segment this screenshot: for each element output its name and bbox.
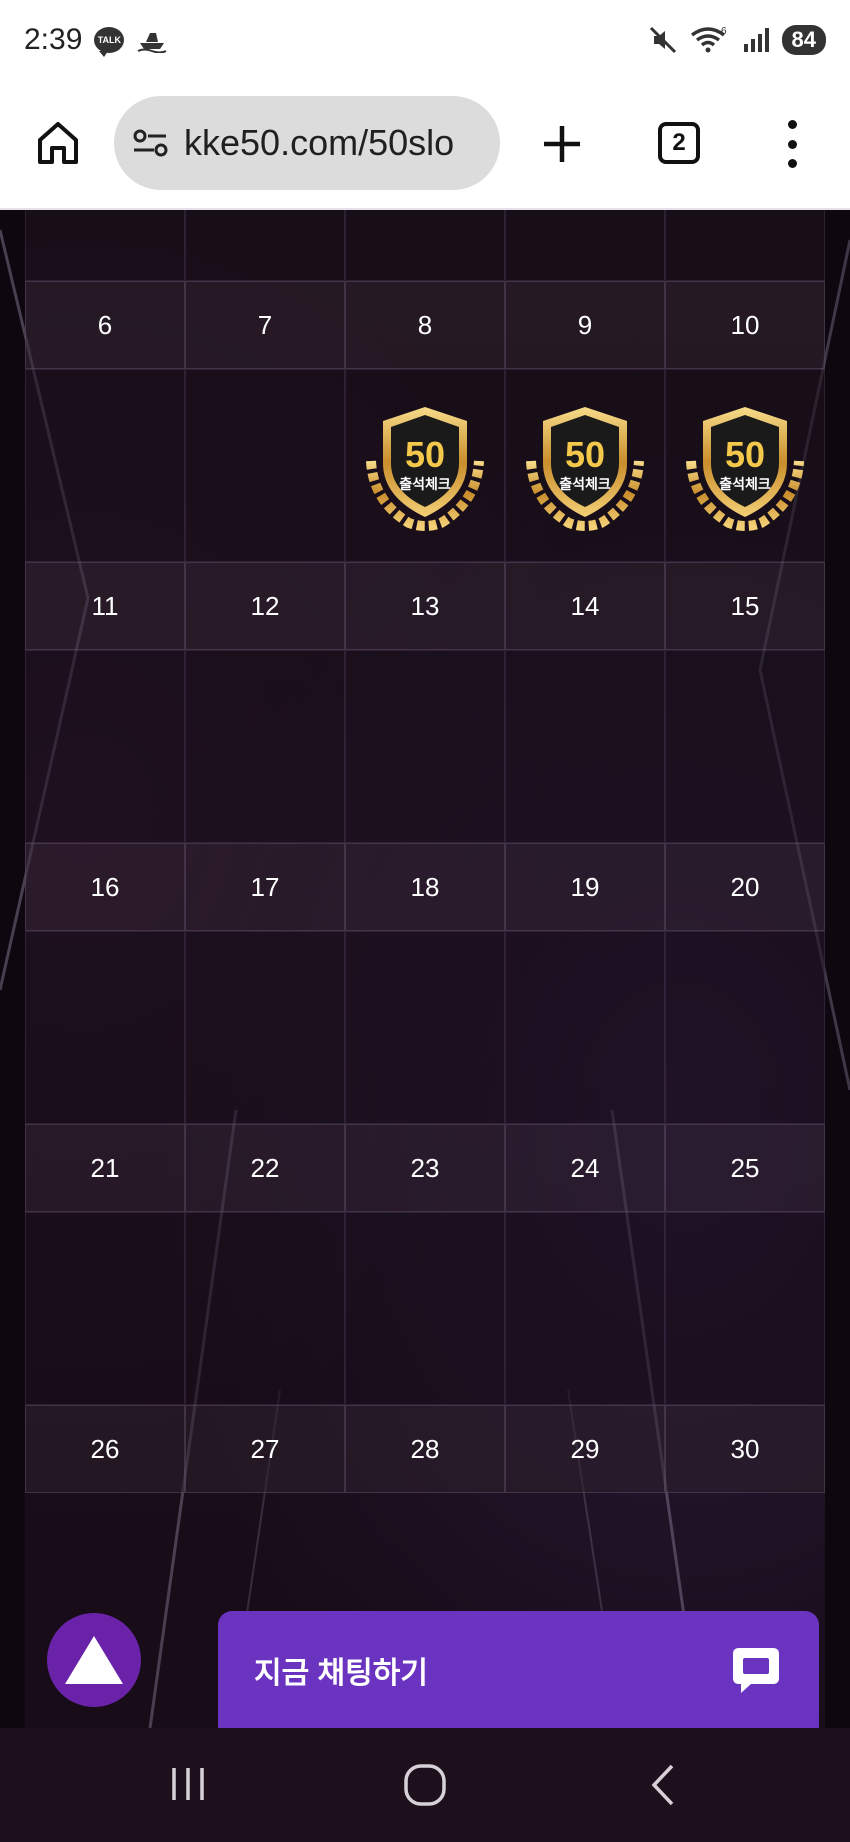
- svg-text:50: 50: [725, 434, 765, 475]
- day-cell-17: 17: [185, 843, 345, 931]
- day-body: [185, 650, 345, 843]
- day-body: [665, 650, 825, 843]
- day-body-with-badge: 50 출석체크: [345, 369, 505, 562]
- day-body: [345, 650, 505, 843]
- browser-toolbar: kke50.com/50slo 2: [0, 80, 850, 210]
- day-cell-6: 6: [25, 281, 185, 369]
- day-body: [665, 210, 825, 281]
- url-text[interactable]: kke50.com/50slo: [184, 122, 484, 164]
- site-settings-icon[interactable]: [132, 128, 170, 158]
- day-cell-19: 19: [505, 843, 665, 931]
- new-tab-icon[interactable]: [538, 120, 586, 168]
- day-cell-14: 14: [505, 562, 665, 650]
- calendar-week-1-body: [25, 210, 825, 281]
- day-cell-22: 22: [185, 1124, 345, 1212]
- more-menu-icon[interactable]: [780, 120, 804, 168]
- day-cell-26: 26: [25, 1405, 185, 1493]
- day-cell-29: 29: [505, 1405, 665, 1493]
- day-cell-28: 28: [345, 1405, 505, 1493]
- day-body: [505, 650, 665, 843]
- attendance-check-badge-icon: 50 출석체크: [686, 406, 804, 531]
- day-body: [345, 210, 505, 281]
- day-cell-24: 24: [505, 1124, 665, 1212]
- triangle-up-icon: [65, 1636, 123, 1684]
- scroll-to-top-button[interactable]: [47, 1613, 141, 1707]
- home-nav-icon[interactable]: [402, 1762, 448, 1808]
- status-bar: 2:39 TALK 6 84: [0, 0, 850, 80]
- wifi-icon: 6: [690, 26, 727, 53]
- day-body: [345, 931, 505, 1124]
- calendar-week-6: 26 27 28 29 30: [25, 1405, 825, 1493]
- calendar-week-5: 21 22 23 24 25: [25, 1124, 825, 1212]
- day-cell-25: 25: [665, 1124, 825, 1212]
- day-cell-7: 7: [185, 281, 345, 369]
- attendance-check-badge-icon: 50 출석체크: [366, 406, 484, 531]
- day-body: [505, 931, 665, 1124]
- kakaotalk-notification-icon: TALK: [94, 27, 125, 57]
- day-cell-18: 18: [345, 843, 505, 931]
- status-left: 2:39 TALK: [24, 23, 168, 57]
- day-cell-9: 9: [505, 281, 665, 369]
- day-cell-30: 30: [665, 1405, 825, 1493]
- status-right: 6 84: [648, 25, 826, 55]
- page-content: 1 2 3 4 5 6 7 8 9 10: [0, 210, 850, 1728]
- day-body: [25, 650, 185, 843]
- day-body: [25, 1212, 185, 1405]
- day-cell-21: 21: [25, 1124, 185, 1212]
- day-body: [505, 210, 665, 281]
- mute-icon: [649, 26, 676, 54]
- day-body: [185, 210, 345, 281]
- day-cell-27: 27: [185, 1405, 345, 1493]
- svg-text:출석체크: 출석체크: [559, 476, 611, 493]
- calendar-week-3: 11 12 13 14 15: [25, 562, 825, 650]
- chat-label: 지금 채팅하기: [254, 1656, 428, 1690]
- day-cell-15: 15: [665, 562, 825, 650]
- day-cell-23: 23: [345, 1124, 505, 1212]
- day-body: [25, 210, 185, 281]
- day-body: [185, 369, 345, 562]
- svg-text:출석체크: 출석체크: [719, 476, 771, 493]
- day-body: [505, 1212, 665, 1405]
- back-icon[interactable]: [648, 1762, 680, 1808]
- svg-text:50: 50: [565, 434, 605, 475]
- day-cell-12: 12: [185, 562, 345, 650]
- signal-icon: [743, 28, 769, 52]
- day-body-with-badge: 50 출석체크: [665, 369, 825, 562]
- calendar-week-2-body: 50 출석체크 50 출석체크 50 출석체크: [25, 369, 825, 562]
- recent-apps-icon[interactable]: [168, 1764, 208, 1804]
- day-body: [345, 1212, 505, 1405]
- boat-notification-icon: [137, 33, 167, 53]
- live-chat-button[interactable]: 지금 채팅하기: [218, 1611, 819, 1728]
- calendar-week-5-body: [25, 1212, 825, 1405]
- status-time: 2:39: [24, 23, 83, 56]
- day-cell-8: 8: [345, 281, 505, 369]
- battery-indicator: 84: [781, 25, 826, 55]
- address-bar[interactable]: kke50.com/50slo: [114, 96, 500, 190]
- svg-text:50: 50: [405, 434, 445, 475]
- tab-switcher-button[interactable]: 2: [658, 122, 700, 164]
- day-body: [25, 369, 185, 562]
- calendar-week-2: 6 7 8 9 10: [25, 281, 825, 369]
- day-cell-20: 20: [665, 843, 825, 931]
- attendance-check-badge-icon: 50 출석체크: [526, 406, 644, 531]
- day-body: [665, 931, 825, 1124]
- system-navigation-bar: [0, 1728, 850, 1842]
- chat-bubble-icon: [733, 1647, 779, 1693]
- calendar-week-4: 16 17 18 19 20: [25, 843, 825, 931]
- day-body: [185, 1212, 345, 1405]
- calendar-week-4-body: [25, 931, 825, 1124]
- attendance-calendar: 1 2 3 4 5 6 7 8 9 10: [25, 210, 825, 1493]
- day-cell-11: 11: [25, 562, 185, 650]
- calendar-week-3-body: [25, 650, 825, 843]
- day-cell-13: 13: [345, 562, 505, 650]
- svg-text:출석체크: 출석체크: [399, 476, 451, 493]
- day-body: [25, 931, 185, 1124]
- day-body: [185, 931, 345, 1124]
- day-body-with-badge: 50 출석체크: [505, 369, 665, 562]
- wifi-generation-label: 6: [721, 26, 727, 37]
- day-body: [665, 1212, 825, 1405]
- home-icon[interactable]: [34, 118, 82, 166]
- day-cell-10: 10: [665, 281, 825, 369]
- day-cell-16: 16: [25, 843, 185, 931]
